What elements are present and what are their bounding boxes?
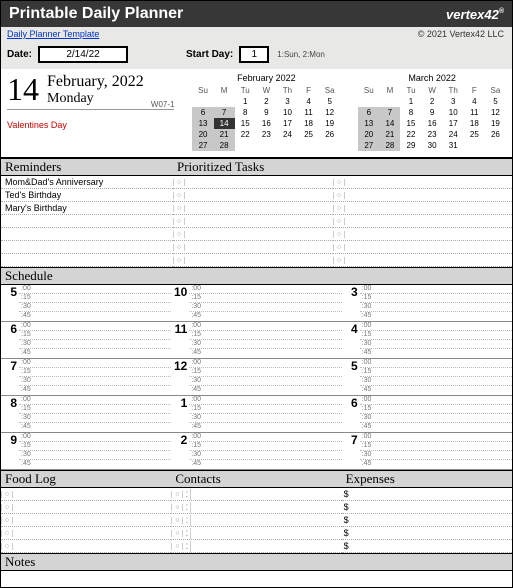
start-day-label: Start Day: — [186, 49, 233, 60]
list-item[interactable]: ○ — [1, 540, 171, 553]
day-block: 14 February, 2022 Monday W07-1 Valentine… — [7, 73, 174, 151]
reminder-row[interactable] — [1, 241, 173, 254]
task-row[interactable]: ○ — [333, 228, 512, 241]
list-item[interactable]: ○: — [171, 488, 341, 501]
schedule-hour[interactable]: 4:00:15:30:45 — [342, 322, 512, 359]
reminder-row[interactable] — [1, 215, 173, 228]
day-number: 14 — [7, 73, 39, 105]
expenses-header: Expenses — [342, 470, 512, 488]
reminders-list: Mom&Dad's AnniversaryTed's BirthdayMary'… — [1, 176, 173, 267]
task-row[interactable]: ○ — [333, 189, 512, 202]
task-row[interactable]: ○ — [173, 241, 333, 254]
reminder-row[interactable]: Mary's Birthday — [1, 202, 173, 215]
sub-bar: Daily Planner Template © 2021 Vertex42 L… — [1, 27, 512, 69]
list-item[interactable]: ○ — [1, 527, 171, 540]
list-item[interactable]: ○: — [171, 527, 341, 540]
expense-row[interactable]: $ — [342, 527, 512, 540]
reminder-row[interactable] — [1, 228, 173, 241]
list-item[interactable]: ○: — [171, 514, 341, 527]
task-row[interactable]: ○ — [333, 241, 512, 254]
tasks-column-2: ○○○○○○○ — [333, 176, 512, 267]
date-input[interactable] — [38, 46, 128, 63]
task-row[interactable]: ○ — [173, 176, 333, 189]
holiday-name: Valentines Day — [7, 120, 174, 130]
task-row[interactable]: ○ — [333, 176, 512, 189]
template-link[interactable]: Daily Planner Template — [7, 29, 99, 39]
schedule-hour[interactable]: 9:00:15:30:45 — [1, 433, 171, 470]
reminder-row[interactable]: Ted's Birthday — [1, 189, 173, 202]
list-item[interactable]: ○: — [171, 501, 341, 514]
task-row[interactable]: ○ — [173, 202, 333, 215]
food-header: Food Log — [1, 470, 171, 488]
title-bar: Printable Daily Planner vertex42 — [1, 1, 512, 27]
reminder-row[interactable] — [1, 254, 173, 267]
date-label: Date: — [7, 49, 32, 60]
schedule-hour[interactable]: 5:00:15:30:45 — [342, 359, 512, 396]
tasks-header: Prioritized Tasks — [173, 158, 512, 176]
task-row[interactable]: ○ — [333, 215, 512, 228]
task-row[interactable]: ○ — [173, 228, 333, 241]
schedule-header: Schedule — [1, 267, 512, 285]
schedule-hour[interactable]: 11:00:15:30:45 — [171, 322, 341, 359]
food-list: ○○○○○ — [1, 488, 171, 553]
mini-calendar-current: February 2022SuMTuWThFSa1234567891011121… — [192, 73, 340, 151]
week-number: W07-1 — [151, 100, 175, 109]
schedule-hour[interactable]: 3:00:15:30:45 — [342, 285, 512, 322]
tasks-column-1: ○○○○○○○ — [173, 176, 333, 267]
task-row[interactable]: ○ — [333, 202, 512, 215]
schedule-grid: 5:00:15:30:456:00:15:30:457:00:15:30:458… — [1, 285, 512, 470]
list-item[interactable]: ○ — [1, 514, 171, 527]
mini-calendar-next: March 2022SuMTuWThFSa1234567891011121314… — [358, 73, 506, 151]
expense-row[interactable]: $ — [342, 488, 512, 501]
list-item[interactable]: ○ — [1, 488, 171, 501]
schedule-hour[interactable]: 7:00:15:30:45 — [342, 433, 512, 470]
schedule-hour[interactable]: 10:00:15:30:45 — [171, 285, 341, 322]
expense-row[interactable]: $ — [342, 514, 512, 527]
schedule-hour[interactable]: 1:00:15:30:45 — [171, 396, 341, 433]
start-hint: 1:Sun, 2:Mon — [277, 50, 325, 59]
expense-row[interactable]: $ — [342, 540, 512, 553]
task-row[interactable]: ○ — [173, 254, 333, 267]
contacts-list: ○:○:○:○:○: — [171, 488, 341, 553]
schedule-hour[interactable]: 12:00:15:30:45 — [171, 359, 341, 396]
schedule-hour[interactable]: 6:00:15:30:45 — [1, 322, 171, 359]
list-item[interactable]: ○: — [171, 540, 341, 553]
reminder-row[interactable]: Mom&Dad's Anniversary — [1, 176, 173, 189]
start-day-input[interactable] — [239, 46, 269, 63]
list-item[interactable]: ○ — [1, 501, 171, 514]
expense-row[interactable]: $ — [342, 501, 512, 514]
task-row[interactable]: ○ — [173, 215, 333, 228]
app-title: Printable Daily Planner — [9, 5, 183, 23]
contacts-header: Contacts — [171, 470, 341, 488]
copyright: © 2021 Vertex42 LLC — [418, 29, 504, 39]
schedule-hour[interactable]: 8:00:15:30:45 — [1, 396, 171, 433]
task-row[interactable]: ○ — [173, 189, 333, 202]
schedule-hour[interactable]: 2:00:15:30:45 — [171, 433, 341, 470]
task-row[interactable]: ○ — [333, 254, 512, 267]
schedule-hour[interactable]: 6:00:15:30:45 — [342, 396, 512, 433]
schedule-hour[interactable]: 5:00:15:30:45 — [1, 285, 171, 322]
notes-area[interactable] — [1, 571, 512, 587]
expenses-list: $$$$$ — [342, 488, 512, 553]
schedule-hour[interactable]: 7:00:15:30:45 — [1, 359, 171, 396]
brand-logo: vertex42 — [446, 7, 504, 22]
reminders-header: Reminders — [1, 158, 173, 176]
notes-header: Notes — [1, 553, 512, 571]
